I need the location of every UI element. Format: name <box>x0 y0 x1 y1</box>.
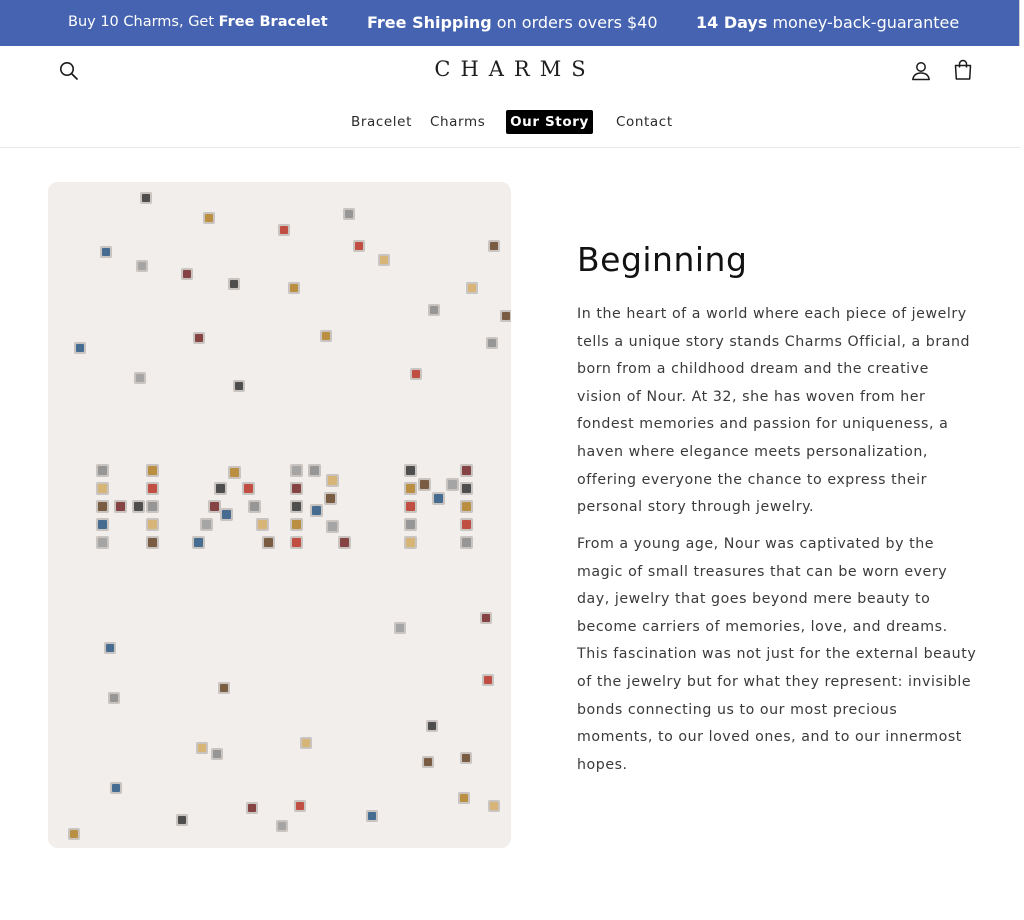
nav-item-our-story[interactable]: Our Story <box>506 110 593 134</box>
story-hero-image <box>48 182 511 848</box>
scattered-charms-image <box>48 182 511 848</box>
nav-item-charms[interactable]: Charms <box>430 110 485 134</box>
promo-bracelet-offer: Buy 10 Charms, Get Free Bracelet <box>68 14 328 30</box>
account-icon[interactable] <box>909 59 933 83</box>
cart-icon[interactable] <box>951 58 975 82</box>
main-nav: Bracelet Charms Our Story Contact <box>0 110 1020 136</box>
promo-free-shipping: Free Shipping on orders overs $40 <box>367 13 658 32</box>
story-paragraph: From a young age, Nour was captivated by… <box>577 536 977 773</box>
site-logo[interactable]: CHARMS <box>0 57 1020 81</box>
story-paragraph: In the heart of a world where each piece… <box>577 306 971 516</box>
story-title: Beginning <box>577 240 748 279</box>
site-header: CHARMS Bracelet Charms Our Story Contact <box>0 46 1020 148</box>
promo-guarantee: 14 Days money-back-guarantee <box>696 13 960 32</box>
nav-item-contact[interactable]: Contact <box>616 110 673 134</box>
announcement-bar: Buy 10 Charms, Get Free Bracelet Free Sh… <box>0 0 1020 46</box>
nav-item-bracelet[interactable]: Bracelet <box>351 110 412 134</box>
